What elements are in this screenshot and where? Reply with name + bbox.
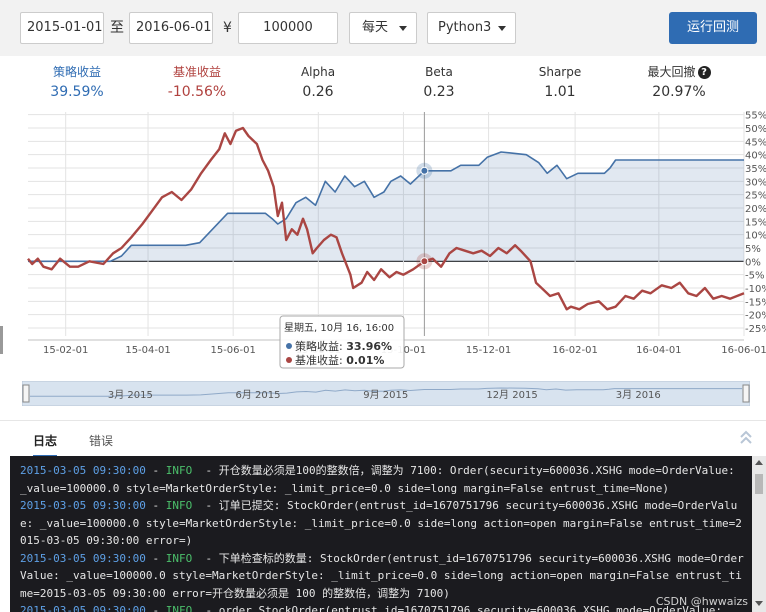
scroll-up-icon[interactable] [755,460,763,465]
navigator-label: 3月 2015 [108,389,153,401]
navigator-label: 9月 2015 [363,389,408,401]
x-tick-label: 15-06-01 [210,345,255,356]
tooltip-strategy-value: 33.96% [346,340,392,353]
stat-label: Beta [425,65,453,79]
stat-strategy-return: 策略收益 39.59% [22,64,132,102]
log-line: 2015-03-05 09:30:00 - INFO - 开仓数量必须是100的… [20,464,742,495]
tooltip-benchmark-name: 基准收益 [295,353,339,367]
log-line: 2015-03-05 09:30:00 - INFO - 订单已提交: Stoc… [20,499,742,547]
x-tick-label: 15-02-01 [43,345,88,356]
tab-log[interactable]: 日志 [33,431,58,457]
stat-label: Alpha [300,65,336,79]
scroll-thumb[interactable] [755,474,763,494]
backtest-toolbar: 2015-01-01 至 2016-06-01 ¥ 100000 每天 Pyth… [0,0,766,56]
navigator-right-handle[interactable] [742,384,750,403]
log-console[interactable]: 2015-03-05 09:30:00 - INFO - 开仓数量必须是100的… [10,456,766,612]
stat-label: 最大回撤 [647,65,696,79]
stat-value: 1.01 [544,84,576,100]
returns-chart[interactable]: 55% 50% 45% 40% 35% 30% 25% 20% 15% 10% 5% 0% -5% -10… [0,104,766,384]
stat-sharpe: Sharpe 1.01 [505,64,615,102]
start-date-input[interactable]: 2015-01-01 [20,12,104,44]
end-date-input[interactable]: 2016-06-01 [129,12,213,44]
y-tick-label: -5% [745,271,764,282]
stat-benchmark-return: 基准收益 -10.56% [142,64,252,102]
log-tab-bar: 日志 错误 [0,420,766,457]
stat-label: Sharpe [538,65,582,79]
x-tick-label: 15-12-01 [466,345,511,356]
capital-input[interactable]: 100000 [238,12,338,44]
date-range-separator: 至 [110,20,124,36]
log-scrollbar[interactable] [752,456,766,612]
tooltip-strategy-dot [286,343,292,349]
y-tick-label: 0% [745,257,761,268]
y-tick-label: 5% [745,244,761,255]
benchmark-hover-point [420,257,429,266]
stat-beta: Beta 0.23 [384,64,494,102]
tab-errors[interactable]: 错误 [89,431,113,451]
x-tick-label: 16-06-01 [721,345,766,356]
frequency-value: 每天 [362,20,389,35]
language-select[interactable]: Python3 [427,12,516,44]
tooltip-benchmark-value: 0.01% [346,354,384,367]
range-navigator[interactable]: 3月 2015 6月 2015 9月 2015 12月 2015 3月 2016 [22,381,750,406]
x-tick-label: 16-04-01 [636,345,681,356]
watermark: CSDN @hwwaizs [655,595,748,608]
svg-text:策略收益: 33.96%: 策略收益: 33.96% [295,339,392,353]
stat-max-drawdown: 最大回撤? 20.97% [624,64,734,102]
y-tick-label: 55% [745,111,766,122]
stat-value: 39.59% [50,84,104,100]
log-line: 2015-03-05 09:30:00 - INFO - order Stock… [20,604,723,612]
log-lines: 2015-03-05 09:30:00 - INFO - 开仓数量必须是100的… [20,462,745,612]
chevron-down-icon [498,26,506,31]
stat-alpha: Alpha 0.26 [263,64,373,102]
y-tick-label: -10% [745,284,766,295]
y-tick-label: -25% [745,324,766,335]
panel-resize-handle[interactable] [0,326,3,354]
x-tick-label: 16-02-01 [552,345,597,356]
language-value: Python3 [438,20,492,35]
stat-value: 0.26 [302,84,334,100]
navigator-left-handle[interactable] [22,384,30,403]
frequency-select[interactable]: 每天 [349,12,417,44]
y-tick-label: 40% [745,151,766,162]
help-icon[interactable]: ? [697,66,711,79]
tooltip-strategy-name: 策略收益 [295,339,339,353]
currency-symbol: ¥ [223,20,232,36]
tooltip-benchmark-dot [286,357,292,363]
svg-text:基准收益: 0.01%: 基准收益: 0.01% [295,353,384,367]
y-tick-label: 15% [745,217,766,228]
y-tick-label: 30% [745,177,766,188]
y-tick-label: 25% [745,191,766,202]
navigator-label: 6月 2015 [236,389,281,401]
y-tick-label: -20% [745,311,766,322]
stat-value: 0.23 [423,84,455,100]
y-tick-label: 50% [745,124,766,135]
chevron-down-icon [399,26,407,31]
stat-value: -10.56% [167,84,227,100]
y-tick-label: 45% [745,137,766,148]
navigator-label: 12月 2015 [486,389,537,401]
stat-label: 策略收益 [52,65,101,79]
tooltip-date: 星期五, 10月 16, 16:00 [284,322,394,334]
navigator-label: 3月 2016 [616,389,661,401]
collapse-up-icon[interactable] [738,429,754,447]
stat-label: 基准收益 [172,65,221,79]
chart-tooltip: 星期五, 10月 16, 16:00 策略收益: 33.96% 基准收益: 0.… [279,315,405,369]
log-line: 2015-03-05 09:30:00 - INFO - 下单检查标的数量: S… [20,551,744,600]
run-backtest-button[interactable]: 运行回测 [669,12,757,44]
strategy-hover-point [420,166,429,175]
stat-value: 20.97% [652,84,706,100]
y-tick-label: 35% [745,164,766,175]
y-tick-label: -15% [745,297,766,308]
x-tick-label: 15-04-01 [125,345,170,356]
y-tick-label: 20% [745,204,766,215]
scroll-down-icon[interactable] [755,601,763,606]
y-tick-label: 10% [745,231,766,242]
stats-summary: 策略收益 39.59% 基准收益 -10.56% Alpha 0.26 Beta… [0,56,766,104]
